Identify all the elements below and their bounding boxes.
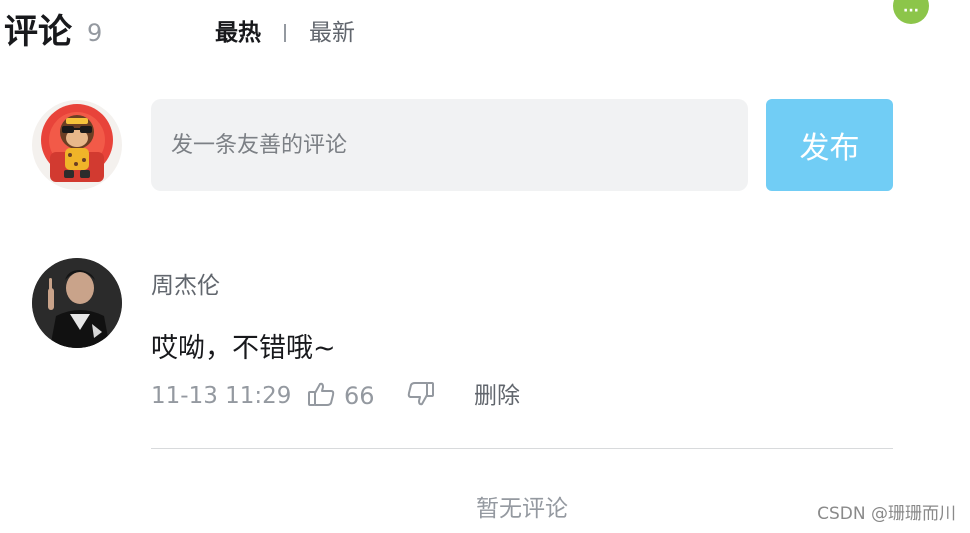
comment-content: 哎呦，不错哦~ bbox=[151, 333, 336, 364]
monkey-avatar-image bbox=[32, 100, 122, 190]
thumbs-up-icon bbox=[306, 379, 336, 413]
comment-count: 9 bbox=[87, 19, 103, 47]
comment-divider bbox=[151, 448, 893, 449]
my-avatar bbox=[32, 100, 122, 190]
like-count: 66 bbox=[344, 382, 375, 410]
user-avatar[interactable] bbox=[32, 258, 122, 348]
no-more-comments: 暂无评论 bbox=[476, 496, 568, 522]
thumbs-down-icon bbox=[406, 379, 436, 413]
comment-title: 评论 bbox=[4, 12, 72, 52]
watermark: CSDN @珊珊而川 bbox=[817, 504, 956, 524]
sort-divider bbox=[284, 24, 286, 42]
comment-username[interactable]: 周杰伦 bbox=[151, 270, 220, 302]
dislike-button[interactable] bbox=[406, 380, 436, 412]
sort-hot-tab[interactable]: 最热 bbox=[215, 18, 261, 48]
comment-time: 11-13 11:29 bbox=[151, 383, 292, 409]
like-button[interactable]: 66 bbox=[306, 380, 375, 412]
comment-section: 评论 9 最热 最新 ··· 发布 bbox=[0, 0, 970, 533]
delete-button[interactable]: 删除 bbox=[474, 380, 520, 412]
publish-button[interactable]: 发布 bbox=[766, 99, 893, 191]
comment-input[interactable] bbox=[151, 99, 748, 191]
sort-new-tab[interactable]: 最新 bbox=[309, 18, 355, 48]
user-photo-image bbox=[32, 258, 122, 348]
more-dots-icon[interactable]: ··· bbox=[893, 0, 929, 24]
